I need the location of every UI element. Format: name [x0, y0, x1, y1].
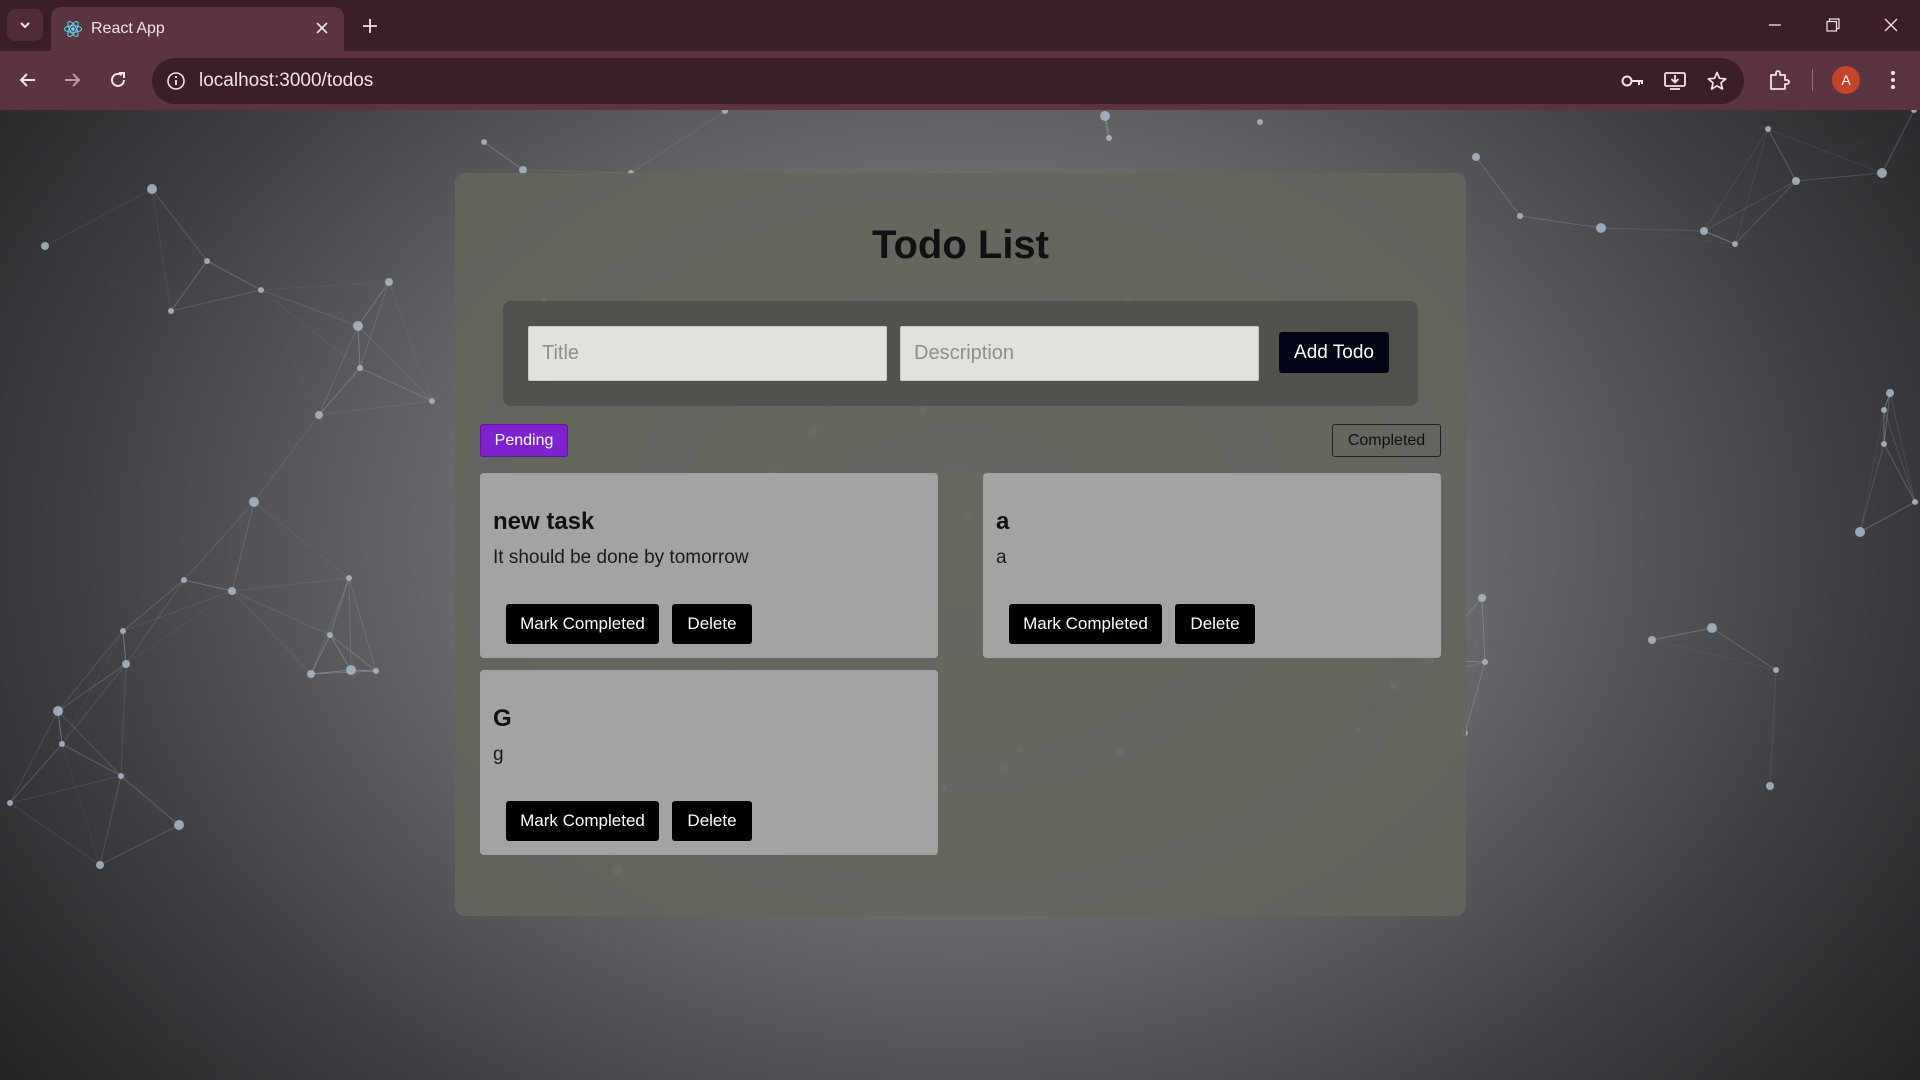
bookmark-button[interactable] — [1702, 67, 1732, 95]
description-input[interactable] — [900, 326, 1259, 381]
page-viewport: Todo List Add Todo Pending Completed new… — [0, 110, 1920, 1080]
tab-search-button[interactable] — [7, 9, 43, 41]
react-icon — [64, 20, 82, 38]
page-title: Todo List — [872, 223, 1049, 267]
title-input[interactable] — [528, 326, 887, 381]
pending-filter-button[interactable]: Pending — [480, 424, 568, 457]
browser-tab-strip: React App — [0, 0, 1920, 51]
star-icon — [1707, 71, 1727, 90]
browser-tab[interactable]: React App — [51, 7, 344, 51]
add-todo-button[interactable]: Add Todo — [1279, 332, 1389, 373]
delete-button[interactable]: Delete — [672, 801, 752, 841]
minimize-icon — [1769, 24, 1781, 26]
mark-completed-button[interactable]: Mark Completed — [506, 801, 659, 841]
todo-description: It should be done by tomorrow — [493, 547, 749, 568]
minimize-button[interactable] — [1753, 8, 1797, 42]
profile-avatar[interactable]: A — [1832, 66, 1860, 94]
reload-icon — [111, 72, 125, 87]
close-icon — [1884, 18, 1898, 32]
plus-icon — [363, 19, 377, 33]
tab-close-button[interactable] — [310, 16, 334, 40]
back-button[interactable] — [10, 62, 46, 98]
todo-description: a — [996, 547, 1007, 568]
new-tab-button[interactable] — [356, 12, 384, 40]
chevron-down-icon — [20, 22, 30, 29]
reload-button[interactable] — [100, 62, 136, 98]
todo-description: g — [493, 744, 504, 765]
todo-card: new task It should be done by tomorrow M… — [480, 473, 938, 658]
password-manager-button[interactable] — [1618, 67, 1648, 95]
browser-menu-button[interactable] — [1877, 64, 1909, 96]
address-bar[interactable]: localhost:3000/todos — [152, 58, 1744, 104]
todo-panel: Todo List Add Todo Pending Completed new… — [455, 173, 1466, 916]
install-app-button[interactable] — [1660, 67, 1690, 95]
todo-title: G — [493, 705, 512, 732]
close-icon — [316, 22, 328, 34]
install-icon — [1664, 72, 1686, 90]
mark-completed-button[interactable]: Mark Completed — [1009, 604, 1162, 644]
puzzle-icon — [1770, 70, 1790, 90]
mark-completed-button[interactable]: Mark Completed — [506, 604, 659, 644]
info-icon — [167, 72, 185, 90]
forward-button[interactable] — [54, 62, 90, 98]
url-text: localhost:3000/todos — [199, 70, 374, 91]
forward-arrow-icon — [65, 73, 81, 87]
toolbar-divider — [1812, 69, 1813, 91]
extensions-button[interactable] — [1763, 64, 1795, 96]
completed-filter-button[interactable]: Completed — [1332, 424, 1441, 457]
todo-card: a a Mark Completed Delete — [983, 473, 1441, 658]
browser-toolbar: localhost:3000/todos A — [0, 51, 1920, 110]
kebab-menu-icon — [1891, 71, 1895, 89]
close-window-button[interactable] — [1869, 8, 1913, 42]
add-todo-form: Add Todo — [503, 301, 1418, 406]
key-icon — [1621, 75, 1643, 87]
todo-title: a — [996, 508, 1010, 535]
todo-card: G g Mark Completed Delete — [480, 670, 938, 855]
tab-title: React App — [91, 20, 165, 37]
todo-title: new task — [493, 508, 595, 535]
site-info-button[interactable] — [163, 69, 189, 93]
restore-button[interactable] — [1811, 8, 1855, 42]
back-arrow-icon — [19, 73, 35, 87]
delete-button[interactable]: Delete — [1175, 604, 1255, 644]
restore-icon — [1826, 18, 1840, 32]
delete-button[interactable]: Delete — [672, 604, 752, 644]
